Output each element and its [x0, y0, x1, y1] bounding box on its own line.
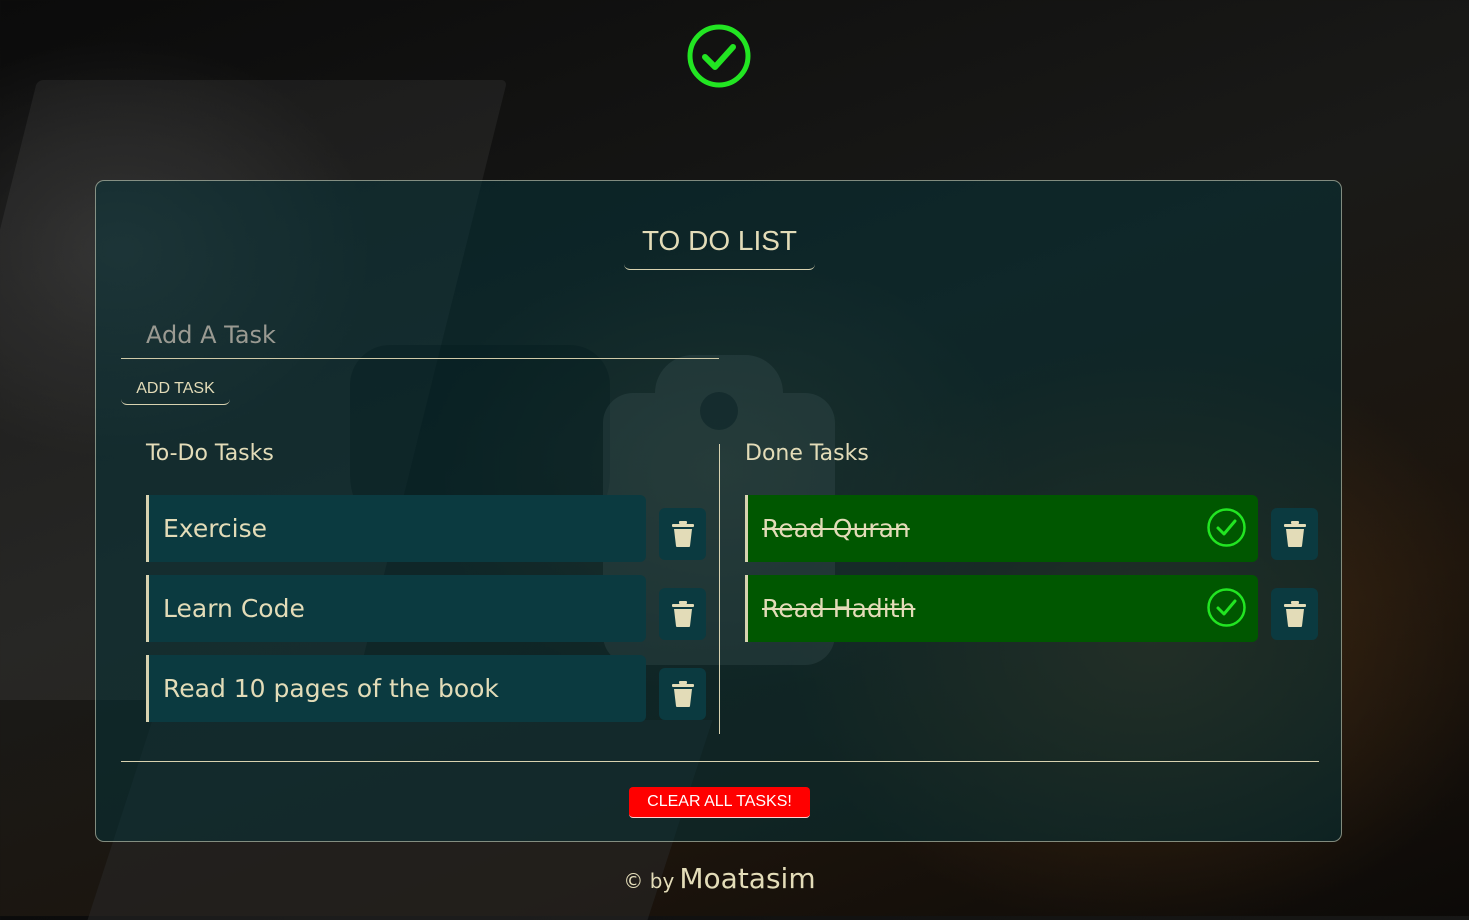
trash-icon [1283, 601, 1306, 627]
delete-task-button[interactable] [659, 508, 706, 560]
check-circle-icon[interactable] [1206, 507, 1247, 548]
delete-task-button[interactable] [659, 668, 706, 720]
add-task-input[interactable] [121, 311, 719, 359]
task-label: Read Hadith [762, 594, 916, 623]
task-label: Learn Code [163, 594, 305, 623]
todo-card: TO DO LIST ADD TASK To-Do Tasks Done Tas… [95, 180, 1342, 842]
add-task-button[interactable]: ADD TASK [121, 373, 230, 405]
trash-icon [671, 601, 694, 627]
done-section-title: Done Tasks [745, 441, 869, 466]
footer: © by Moatasim [0, 862, 1439, 895]
header-check-circle-icon [687, 24, 751, 88]
task-label: Read 10 pages of the book [163, 674, 499, 703]
delete-task-button[interactable] [659, 588, 706, 640]
bottom-divider [121, 761, 1319, 762]
check-circle-icon[interactable] [1206, 587, 1247, 628]
done-task-item[interactable]: Read Hadith [745, 575, 1258, 642]
task-label: Read Quran [762, 514, 910, 543]
done-task-item[interactable]: Read Quran [745, 495, 1258, 562]
clear-all-tasks-button[interactable]: CLEAR ALL TASKS! [629, 787, 810, 818]
page-title: TO DO LIST [624, 225, 815, 270]
trash-icon [1283, 521, 1306, 547]
trash-icon [671, 521, 694, 547]
delete-task-button[interactable] [1271, 588, 1318, 640]
todo-task-item[interactable]: Exercise [146, 495, 646, 562]
delete-task-button[interactable] [1271, 508, 1318, 560]
footer-prefix: © by [623, 869, 675, 893]
column-divider [719, 444, 720, 734]
todo-section-title: To-Do Tasks [146, 441, 274, 466]
task-label: Exercise [163, 514, 268, 543]
trash-icon [671, 681, 694, 707]
todo-task-item[interactable]: Learn Code [146, 575, 646, 642]
footer-author: Moatasim [679, 862, 816, 895]
todo-task-item[interactable]: Read 10 pages of the book [146, 655, 646, 722]
